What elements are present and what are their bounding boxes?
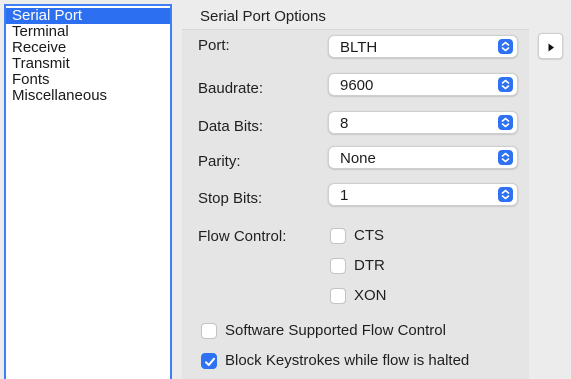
sidebar-item-transmit[interactable]: Transmit [6,56,170,72]
triangle-right-icon [548,43,554,52]
block-keystrokes-label: Block Keystrokes while flow is halted [225,352,470,369]
stop-bits-label: Stop Bits: [198,190,263,207]
port-select[interactable]: BLTH [328,35,518,58]
sidebar-item-fonts[interactable]: Fonts [6,72,170,88]
baudrate-value: 9600 [340,77,374,94]
port-label: Port: [198,37,230,54]
parity-select[interactable]: None [328,146,518,169]
baudrate-label: Baudrate: [198,80,264,97]
data-bits-label: Data Bits: [198,118,264,135]
block-keystrokes-checkbox[interactable] [201,353,217,369]
software-flow-label: Software Supported Flow Control [225,322,446,339]
baudrate-select[interactable]: 9600 [328,73,518,96]
sidebar-item-terminal[interactable]: Terminal [6,24,170,40]
software-flow-checkbox[interactable] [201,323,217,339]
cts-label: CTS [354,227,384,244]
disclosure-button[interactable] [538,33,563,59]
updown-chevron-icon [498,115,513,130]
stop-bits-select[interactable]: 1 [328,183,518,206]
parity-label: Parity: [198,153,241,170]
data-bits-select[interactable]: 8 [328,111,518,134]
category-sidebar: Serial Port Terminal Receive Transmit Fo… [4,4,172,379]
dtr-label: DTR [354,257,385,274]
sidebar-item-serial-port[interactable]: Serial Port [6,8,170,24]
checkmark-icon [205,357,215,366]
sidebar-item-miscellaneous[interactable]: Miscellaneous [6,88,170,104]
xon-checkbox[interactable] [330,288,346,304]
parity-value: None [340,150,376,167]
section-title: Serial Port Options [200,8,326,25]
updown-chevron-icon [498,39,513,54]
cts-checkbox[interactable] [330,228,346,244]
updown-chevron-icon [498,150,513,165]
flow-control-label: Flow Control: [198,228,287,245]
xon-label: XON [354,287,387,304]
updown-chevron-icon [498,77,513,92]
updown-chevron-icon [498,187,513,202]
sidebar-item-receive[interactable]: Receive [6,40,170,56]
port-value: BLTH [340,39,378,56]
data-bits-value: 8 [340,115,349,132]
dtr-checkbox[interactable] [330,258,346,274]
stop-bits-value: 1 [340,187,349,204]
